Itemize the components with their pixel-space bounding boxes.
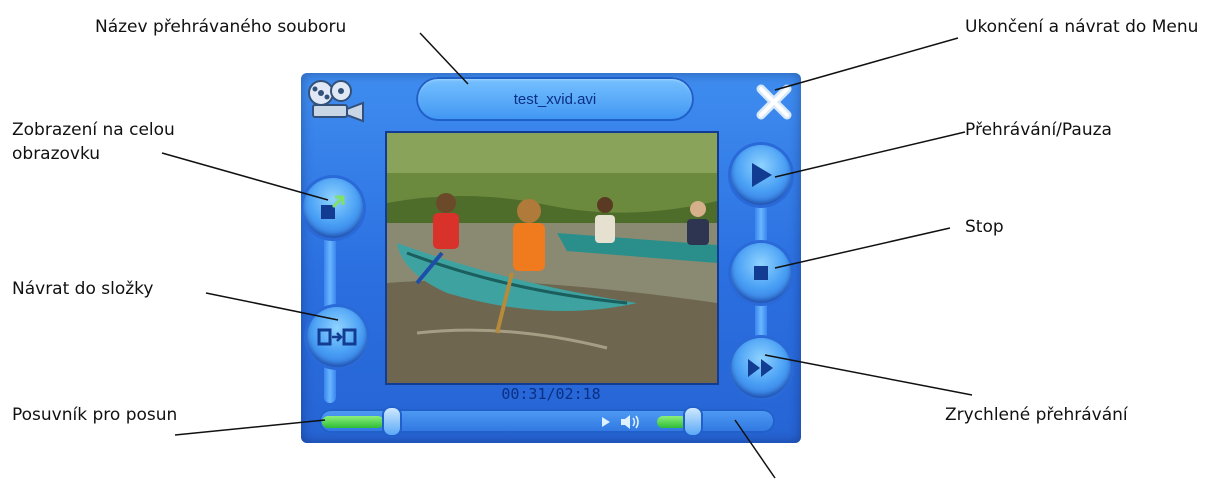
seek-slider-handle[interactable] bbox=[384, 408, 400, 435]
seek-end-arrow-icon bbox=[602, 417, 610, 427]
stop-icon bbox=[754, 266, 768, 280]
film-reel-icon bbox=[308, 80, 364, 123]
callout-ff: Zrychlené přehrávání bbox=[945, 405, 1128, 425]
fast-forward-button[interactable] bbox=[731, 338, 791, 398]
callout-folder: Návrat do složky bbox=[12, 279, 154, 299]
video-display bbox=[385, 131, 719, 385]
playback-time: 00:31/02:18 bbox=[501, 385, 601, 403]
leader-exit bbox=[774, 37, 959, 91]
callout-exit: Ukončení a návrat do Menu bbox=[965, 17, 1199, 37]
fullscreen-icon bbox=[321, 195, 345, 219]
leader-play bbox=[774, 131, 966, 178]
fast-forward-icon bbox=[748, 359, 773, 377]
play-icon bbox=[752, 163, 772, 187]
video-player-window: test_xvid.avi 00:31/02:18 bbox=[301, 73, 801, 443]
callout-play: Přehrávání/Pauza bbox=[965, 120, 1112, 140]
callout-seek: Posuvník pro posun bbox=[12, 405, 178, 425]
speaker-icon bbox=[621, 415, 639, 429]
control-bar bbox=[319, 408, 775, 435]
callout-filename: Název přehrávaného souboru bbox=[95, 17, 347, 37]
stop-button[interactable] bbox=[731, 243, 791, 303]
leader-stop bbox=[774, 227, 951, 269]
volume-level-fill bbox=[657, 416, 687, 428]
callout-stop: Stop bbox=[965, 217, 1004, 237]
folder-return-icon bbox=[317, 328, 357, 346]
fullscreen-button[interactable] bbox=[303, 178, 363, 238]
play-pause-button[interactable] bbox=[731, 145, 791, 205]
folder-return-button[interactable] bbox=[307, 307, 367, 367]
seek-progress-fill bbox=[322, 416, 384, 428]
volume-slider-handle[interactable] bbox=[685, 408, 701, 435]
video-frame-image bbox=[387, 133, 717, 383]
callout-fullscreen: Zobrazení na celou obrazovku bbox=[12, 120, 175, 164]
close-x-icon[interactable] bbox=[753, 81, 795, 123]
file-name-display: test_xvid.avi bbox=[416, 77, 694, 121]
